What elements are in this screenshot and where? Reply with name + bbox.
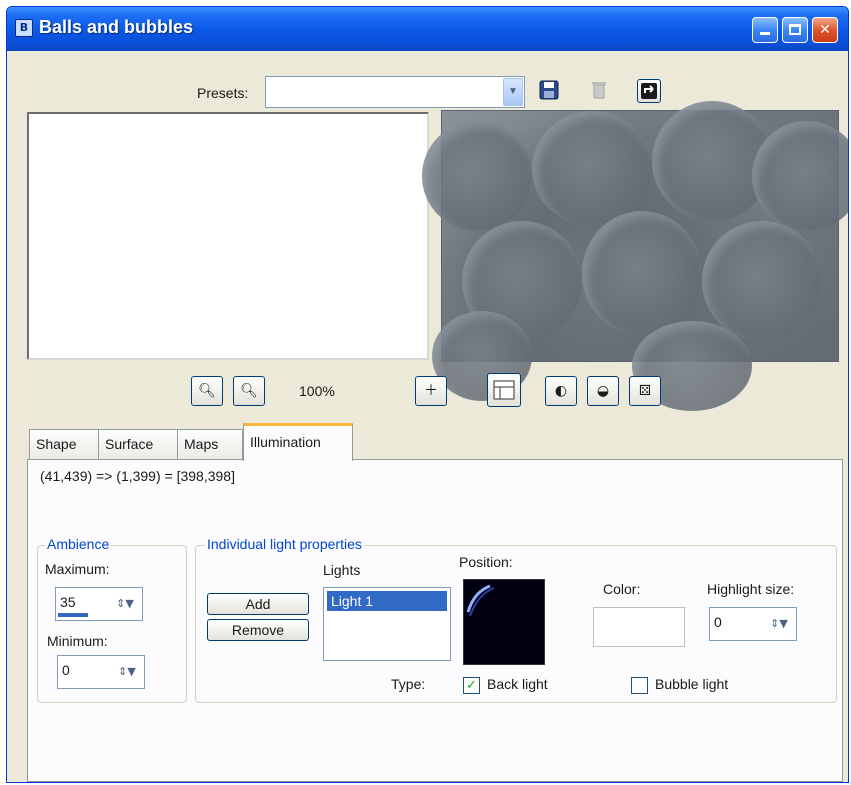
presets-dropdown[interactable]: ▼ [265, 76, 525, 108]
minimum-spinner[interactable]: 0 ⇕▼ [57, 655, 145, 689]
maximum-spinner[interactable]: 35 ⇕▼ [55, 587, 143, 621]
maximum-slider-bar[interactable] [58, 613, 88, 617]
tab-illumination[interactable]: Illumination [243, 423, 353, 461]
light-tool-button[interactable]: ◐ [545, 376, 577, 406]
individual-light-legend: Individual light properties [205, 536, 364, 552]
light-position-picker[interactable] [463, 579, 545, 665]
maximum-value: 35 [60, 594, 76, 610]
presets-label: Presets: [197, 85, 249, 101]
back-light-checkbox[interactable]: ✓ [463, 677, 480, 694]
minimize-button[interactable] [752, 17, 778, 43]
zoom-in-icon: 🔍︎ [240, 383, 258, 399]
lights-list[interactable]: Light 1 [323, 587, 451, 661]
maximize-icon [789, 24, 801, 35]
title-bar[interactable]: B Balls and bubbles ✕ [7, 7, 848, 51]
plus-icon: ＋ [424, 383, 438, 399]
close-icon: ✕ [819, 22, 831, 38]
pan-button[interactable]: ＋ [415, 376, 447, 406]
bubble-light-label[interactable]: Bubble light [655, 676, 728, 692]
save-icon [539, 80, 559, 100]
light-arc-icon [466, 584, 495, 617]
add-light-button[interactable]: Add [207, 593, 309, 615]
window-title: Balls and bubbles [39, 17, 194, 37]
chevron-down-icon[interactable]: ▼ [503, 78, 523, 106]
proof-icon [493, 380, 515, 400]
bubble-light-checkbox[interactable] [631, 677, 648, 694]
zoom-out-button[interactable]: 🔍︎ [191, 376, 223, 406]
original-preview[interactable] [27, 112, 429, 360]
type-label: Type: [391, 676, 426, 692]
coordinate-readout: (41,439) => (1,399) = [398,398] [40, 468, 235, 484]
list-item[interactable]: Light 1 [327, 591, 447, 611]
reset-icon [641, 83, 657, 99]
minimum-label: Minimum: [47, 633, 108, 649]
minimum-value: 0 [62, 662, 70, 678]
trash-icon [592, 82, 606, 99]
dice-icon: ⚄ [638, 383, 652, 399]
back-light-label[interactable]: Back light [487, 676, 548, 692]
save-preset-button[interactable] [537, 79, 561, 103]
spinner-arrows-icon[interactable]: ⇕▼ [764, 612, 794, 636]
light-icon: ◐ [554, 383, 568, 399]
maximize-button[interactable] [782, 17, 808, 43]
reset-button[interactable] [637, 79, 661, 103]
result-preview[interactable] [422, 101, 848, 411]
zoom-in-button[interactable]: 🔍︎ [233, 376, 265, 406]
eye-tool-button[interactable]: ◒ [587, 376, 619, 406]
plugin-dialog: B Balls and bubbles ✕ Presets: ▼ 🔍︎ 🔍︎ 1… [6, 6, 849, 783]
app-icon: B [15, 19, 33, 37]
remove-light-button[interactable]: Remove [207, 619, 309, 641]
zoom-out-icon: 🔍︎ [198, 383, 216, 399]
position-label: Position: [459, 554, 513, 570]
checkmark-icon: ✓ [466, 678, 477, 693]
lights-label: Lights [323, 562, 361, 578]
proof-toggle-button[interactable] [487, 373, 521, 407]
delete-preset-button[interactable] [587, 79, 611, 103]
tab-shape[interactable]: Shape [29, 429, 99, 459]
maximum-label: Maximum: [45, 561, 110, 577]
randomize-button[interactable]: ⚄ [629, 376, 661, 406]
highlight-size-value: 0 [714, 614, 722, 630]
tab-surface[interactable]: Surface [98, 429, 178, 459]
highlight-size-label: Highlight size: [707, 581, 795, 597]
close-button[interactable]: ✕ [812, 17, 838, 43]
spinner-arrows-icon[interactable]: ⇕▼ [110, 592, 140, 616]
minimize-icon [760, 32, 770, 35]
ambience-legend: Ambience [45, 536, 112, 552]
spinner-arrows-icon[interactable]: ⇕▼ [112, 660, 142, 684]
light-color-swatch[interactable] [593, 607, 685, 647]
highlight-size-spinner[interactable]: 0 ⇕▼ [709, 607, 797, 641]
zoom-level: 100% [299, 383, 335, 399]
tab-maps[interactable]: Maps [177, 429, 243, 459]
eye-icon: ◒ [596, 383, 610, 399]
color-label: Color: [603, 581, 641, 597]
